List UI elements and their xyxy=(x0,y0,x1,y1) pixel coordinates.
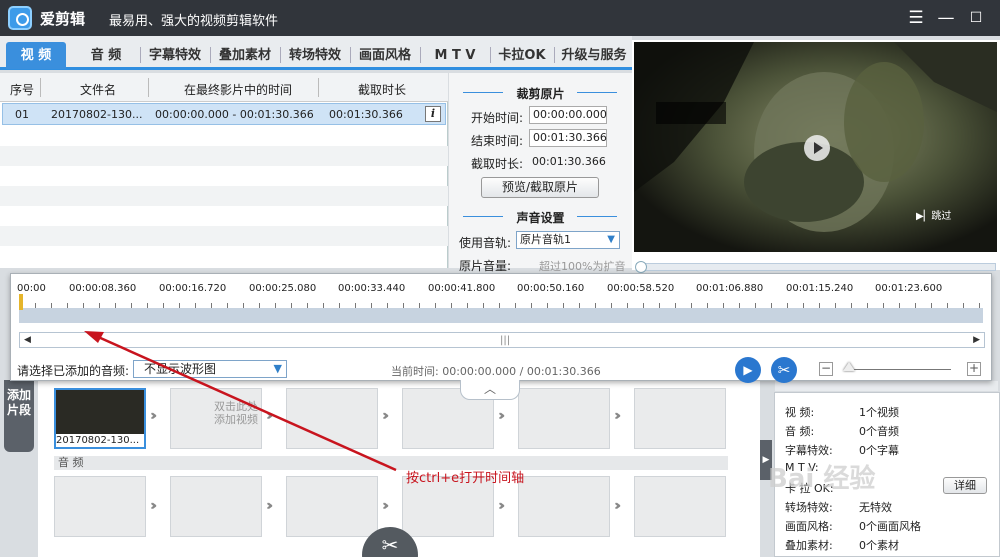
watermark: Bai 经验 xyxy=(768,464,876,494)
annotation-text: 按ctrl+e打开时间轴 xyxy=(406,471,525,486)
